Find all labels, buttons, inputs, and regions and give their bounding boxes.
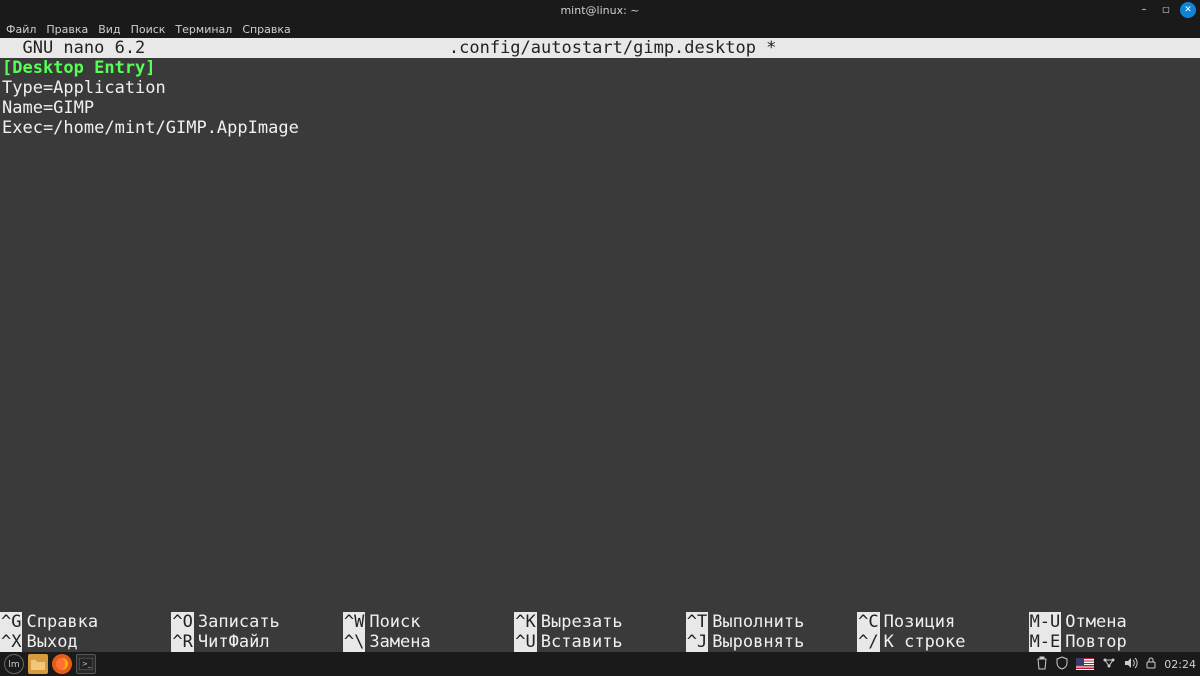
nano-filename: .config/autostart/gimp.desktop * [145, 38, 1080, 58]
minimize-button[interactable] [1136, 2, 1152, 18]
desktop-entry-section: [Desktop Entry] [2, 58, 1198, 78]
menu-search[interactable]: Поиск [131, 23, 166, 36]
menu-view[interactable]: Вид [98, 23, 120, 36]
menu-file[interactable]: Файл [6, 23, 36, 36]
window-title: mint@linux: ~ [0, 4, 1200, 17]
terminal-area[interactable]: GNU nano 6.2 .config/autostart/gimp.desk… [0, 38, 1200, 652]
window-controls [1136, 2, 1196, 18]
shortcut-execute[interactable]: ^TВыполнить [686, 612, 857, 632]
shortcut-undo[interactable]: M-UОтмена [1029, 612, 1200, 632]
menu-edit[interactable]: Правка [46, 23, 88, 36]
close-button[interactable] [1180, 2, 1196, 18]
svg-text:>_: >_ [82, 660, 92, 668]
shortcut-justify[interactable]: ^JВыровнять [686, 632, 857, 652]
nano-header: GNU nano 6.2 .config/autostart/gimp.desk… [0, 38, 1200, 58]
app-window: mint@linux: ~ Файл Правка Вид Поиск Терм… [0, 0, 1200, 676]
network-icon[interactable] [1102, 657, 1116, 672]
shortcut-writeout[interactable]: ^OЗаписать [171, 612, 342, 632]
firefox-icon[interactable] [52, 654, 72, 674]
shortcut-paste[interactable]: ^UВставить [514, 632, 685, 652]
shortcut-readfile[interactable]: ^RЧитФайл [171, 632, 342, 652]
titlebar: mint@linux: ~ [0, 0, 1200, 20]
shortcut-replace[interactable]: ^\Замена [343, 632, 514, 652]
menu-help[interactable]: Справка [242, 23, 290, 36]
volume-icon[interactable] [1124, 657, 1138, 672]
clock[interactable]: 02:24 [1164, 658, 1196, 671]
taskbar: lm >_ [0, 652, 1200, 676]
start-menu-icon[interactable]: lm [4, 654, 24, 674]
nano-buffer[interactable]: [Desktop Entry] Type=Application Name=GI… [0, 58, 1200, 138]
lock-icon[interactable] [1146, 656, 1156, 672]
shortcut-cut[interactable]: ^KВырезать [514, 612, 685, 632]
maximize-button[interactable] [1158, 2, 1174, 18]
shortcut-search[interactable]: ^WПоиск [343, 612, 514, 632]
nano-version: GNU nano 6.2 [2, 38, 145, 58]
trash-icon[interactable] [1036, 656, 1048, 673]
shortcut-position[interactable]: ^CПозиция [857, 612, 1028, 632]
shortcut-gotoline[interactable]: ^/К строке [857, 632, 1028, 652]
file-line: Name=GIMP [2, 98, 1198, 118]
file-line: Exec=/home/mint/GIMP.AppImage [2, 118, 1198, 138]
shortcut-help[interactable]: ^GСправка [0, 612, 171, 632]
menubar: Файл Правка Вид Поиск Терминал Справка [0, 20, 1200, 38]
terminal-icon[interactable]: >_ [76, 654, 96, 674]
files-icon[interactable] [28, 654, 48, 674]
shortcut-redo[interactable]: M-EПовтор [1029, 632, 1200, 652]
file-line: Type=Application [2, 78, 1198, 98]
shield-icon[interactable] [1056, 656, 1068, 673]
menu-terminal[interactable]: Терминал [175, 23, 232, 36]
keyboard-layout-flag-icon[interactable] [1076, 658, 1094, 670]
nano-shortcuts: ^GСправка ^OЗаписать ^WПоиск ^KВырезать … [0, 612, 1200, 652]
svg-text:lm: lm [8, 660, 19, 670]
shortcut-exit[interactable]: ^XВыход [0, 632, 171, 652]
